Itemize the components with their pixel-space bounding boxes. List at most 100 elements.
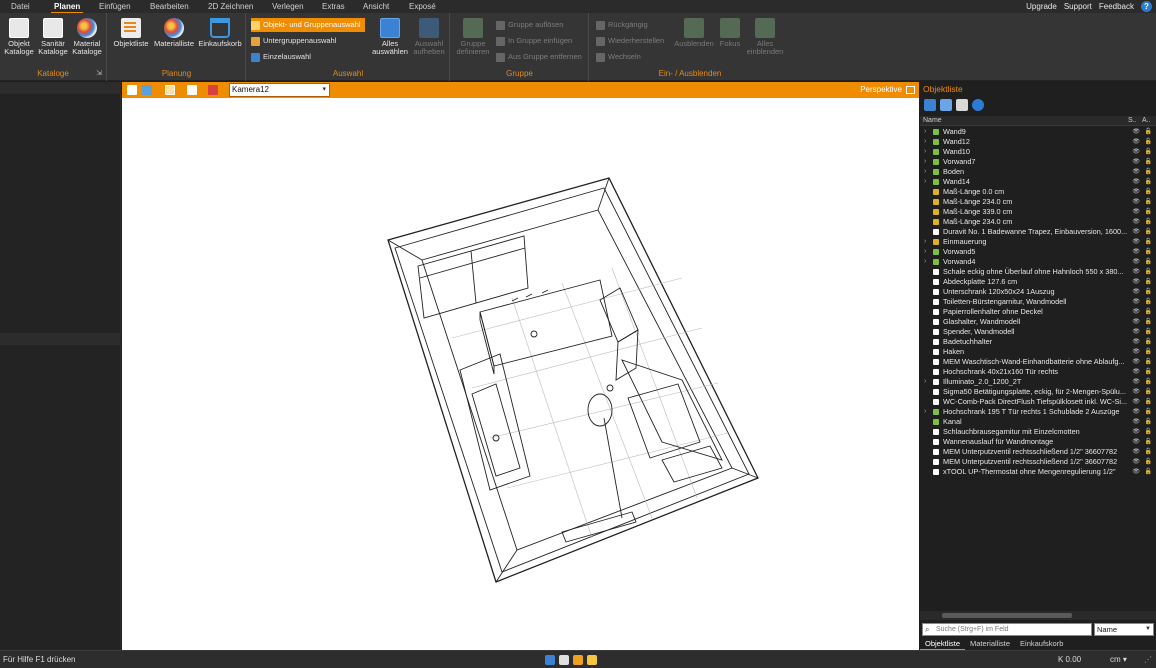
menu-expose[interactable]: Exposé: [409, 1, 436, 12]
lock-icon[interactable]: 🔓: [1145, 157, 1152, 167]
wechseln-button[interactable]: Wechseln: [596, 51, 641, 63]
objekt-kataloge-button[interactable]: Objekt Kataloge: [4, 18, 34, 56]
scrollbar-thumb[interactable]: [942, 613, 1072, 618]
visibility-icon[interactable]: 👁: [1132, 227, 1140, 237]
list-item[interactable]: Hochschrank 40x21x160 Tür rechts 👁 🔓: [920, 367, 1156, 377]
visibility-icon[interactable]: 👁: [1132, 367, 1140, 377]
visibility-icon[interactable]: 👁: [1132, 177, 1140, 187]
visibility-icon[interactable]: 👁: [1132, 237, 1140, 247]
ausblenden-button[interactable]: Ausblenden: [672, 18, 716, 48]
visibility-icon[interactable]: 👁: [1132, 167, 1140, 177]
visibility-icon[interactable]: 👁: [1132, 267, 1140, 277]
column-a[interactable]: A..: [1142, 116, 1151, 126]
lock-icon[interactable]: 🔓: [1145, 437, 1152, 447]
visibility-icon[interactable]: 👁: [1132, 187, 1140, 197]
view-3d-icon[interactable]: [165, 85, 175, 95]
pie-icon[interactable]: [559, 655, 569, 665]
chevron-right-icon[interactable]: ›: [924, 237, 926, 247]
visibility-icon[interactable]: 👁: [1132, 137, 1140, 147]
lock-icon[interactable]: 🔓: [1145, 227, 1152, 237]
visibility-icon[interactable]: 👁: [1132, 467, 1140, 477]
visibility-icon[interactable]: 👁: [1132, 287, 1140, 297]
visibility-icon[interactable]: 👁: [1132, 357, 1140, 367]
horizontal-scrollbar[interactable]: [920, 611, 1156, 620]
upgrade-link[interactable]: Upgrade: [1026, 2, 1057, 11]
visibility-icon[interactable]: 👁: [1132, 347, 1140, 357]
grid-icon[interactable]: [587, 655, 597, 665]
list-item[interactable]: WC-Comb-Pack DirectFlush Tiefspülklosett…: [920, 397, 1156, 407]
lock-icon[interactable]: 🔓: [1145, 277, 1152, 287]
list-item[interactable]: MEM Waschtisch-Wand-Einhandbatterie ohne…: [920, 357, 1156, 367]
lock-icon[interactable]: 🔓: [1145, 217, 1152, 227]
visibility-icon[interactable]: 👁: [1132, 277, 1140, 287]
visibility-icon[interactable]: 👁: [1132, 407, 1140, 417]
feedback-link[interactable]: Feedback: [1099, 2, 1134, 11]
rueckgaengig-button[interactable]: Rückgängig: [596, 19, 648, 31]
list-item[interactable]: › Vorwand5 👁 🔓: [920, 247, 1156, 257]
chevron-right-icon[interactable]: ›: [924, 177, 926, 187]
einkaufskorb-button[interactable]: Einkaufskorb: [197, 18, 243, 48]
list-item[interactable]: › Boden 👁 🔓: [920, 167, 1156, 177]
menu-planen[interactable]: Planen: [50, 1, 84, 14]
plus-icon[interactable]: [573, 655, 583, 665]
lock-icon[interactable]: 🔓: [1145, 237, 1152, 247]
lock-icon[interactable]: 🔓: [1145, 447, 1152, 457]
lock-icon[interactable]: 🔓: [1145, 407, 1152, 417]
tag-icon[interactable]: [940, 99, 952, 111]
lock-icon[interactable]: 🔓: [1145, 367, 1152, 377]
list-item[interactable]: Badetuchhalter 👁 🔓: [920, 337, 1156, 347]
einzelauswahl-option[interactable]: Einzelauswahl: [251, 50, 311, 64]
aus-gruppe-entfernen-button[interactable]: Aus Gruppe entfernen: [496, 51, 582, 63]
list-item[interactable]: Abdeckplatte 127.6 cm 👁 🔓: [920, 277, 1156, 287]
list-item[interactable]: Schale eckig ohne Überlauf ohne Hahnloch…: [920, 267, 1156, 277]
list-item[interactable]: MEM Unterputzventil rechtsschließend 1/2…: [920, 457, 1156, 467]
alles-auswaehlen-button[interactable]: Alles auswählen: [371, 18, 409, 56]
menu-einfuegen[interactable]: Einfügen: [99, 1, 131, 12]
list-item[interactable]: Glashalter, Wandmodell 👁 🔓: [920, 317, 1156, 327]
lock-icon[interactable]: 🔓: [1145, 417, 1152, 427]
camera-select[interactable]: Kamera12 ▾: [229, 83, 330, 97]
visibility-icon[interactable]: 👁: [1132, 297, 1140, 307]
resize-grip-icon[interactable]: ⋰: [1144, 655, 1152, 664]
visibility-icon[interactable]: 👁: [1132, 437, 1140, 447]
list-item[interactable]: Maß-Länge 0.0 cm 👁 🔓: [920, 187, 1156, 197]
visibility-icon[interactable]: 👁: [1132, 257, 1140, 267]
lock-icon[interactable]: 🔓: [1145, 317, 1152, 327]
visibility-icon[interactable]: 👁: [1132, 207, 1140, 217]
lock-icon[interactable]: 🔓: [1145, 467, 1152, 477]
3d-viewport[interactable]: [122, 98, 919, 650]
lock-icon[interactable]: 🔓: [1145, 167, 1152, 177]
list-item[interactable]: Toiletten-Bürstengarnitur, Wandmodell 👁 🔓: [920, 297, 1156, 307]
in-gruppe-einfuegen-button[interactable]: In Gruppe einfügen: [496, 35, 572, 47]
list-item[interactable]: Kanal 👁 🔓: [920, 417, 1156, 427]
lock-icon[interactable]: 🔓: [1145, 247, 1152, 257]
sanitaer-kataloge-button[interactable]: Sanitär Kataloge: [37, 18, 69, 56]
lock-icon[interactable]: 🔓: [1145, 207, 1152, 217]
visibility-icon[interactable]: 👁: [1132, 247, 1140, 257]
maximize-icon[interactable]: [906, 86, 915, 94]
visibility-icon[interactable]: 👁: [1132, 417, 1140, 427]
auswahl-aufheben-button[interactable]: Auswahl aufheben: [410, 18, 448, 56]
list-item[interactable]: › Wand10 👁 🔓: [920, 147, 1156, 157]
unit-select[interactable]: cm ▾: [1110, 651, 1127, 668]
visibility-icon[interactable]: 👁: [1132, 127, 1140, 137]
chevron-right-icon[interactable]: ›: [924, 407, 926, 417]
list-item[interactable]: › Wand9 👁 🔓: [920, 127, 1156, 137]
visibility-icon[interactable]: 👁: [1132, 387, 1140, 397]
list-item[interactable]: › Vorwand7 👁 🔓: [920, 157, 1156, 167]
visibility-icon[interactable]: 👁: [1132, 197, 1140, 207]
chevron-right-icon[interactable]: ›: [924, 147, 926, 157]
list-item[interactable]: Schlauchbrausegarnitur mit Einzelcmotten…: [920, 427, 1156, 437]
materialliste-button[interactable]: Materialliste: [152, 18, 196, 48]
home-icon[interactable]: [127, 85, 137, 95]
column-s[interactable]: S..: [1128, 116, 1137, 126]
refresh-icon[interactable]: [956, 99, 968, 111]
list-item[interactable]: Sigma50 Betätigungsplatte, eckig, für 2-…: [920, 387, 1156, 397]
copy-view-icon[interactable]: [187, 85, 197, 95]
search-field-select[interactable]: Name ▼: [1094, 623, 1154, 636]
visibility-icon[interactable]: 👁: [1132, 157, 1140, 167]
fokus-button[interactable]: Fokus: [716, 18, 744, 48]
visibility-icon[interactable]: 👁: [1132, 307, 1140, 317]
list-item[interactable]: Maß-Länge 234.0 cm 👁 🔓: [920, 197, 1156, 207]
floorplan-icon[interactable]: [142, 85, 152, 95]
